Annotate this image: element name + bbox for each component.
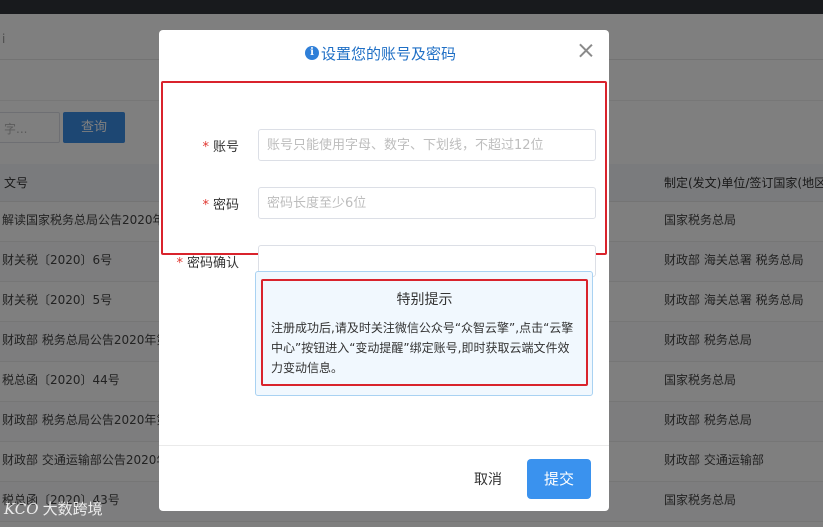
dialog-header: i 设置您的账号及密码	[159, 30, 609, 78]
close-icon[interactable]	[576, 41, 596, 61]
confirm-password-label: * 密码确认	[176, 256, 239, 271]
notice-text: 注册成功后,请及时关注微信公众号“众智云擎”,点击“云擎中心”按钮进入“变动提醒…	[271, 321, 574, 375]
required-asterisk: *	[202, 140, 209, 155]
credentials-form: *账号 *密码 *密码确认	[161, 81, 607, 277]
watermark-logo: KCO	[4, 500, 39, 518]
notice-title: 特别提示	[396, 292, 453, 308]
password-label: * 密码	[202, 198, 239, 213]
special-notice-panel: 特别提示 注册成功后,请及时关注微信公众号“众智云擎”,点击“云擎中心”按钮进入…	[255, 271, 593, 396]
special-notice-box: 特别提示 注册成功后,请及时关注微信公众号“众智云擎”,点击“云擎中心”按钮进入…	[261, 279, 588, 386]
footer-divider	[159, 445, 609, 446]
account-setup-dialog: i 设置您的账号及密码 *账号 *密码 *密码确认 特别提示 注册成功后,请及时…	[159, 30, 609, 511]
account-input[interactable]	[258, 129, 596, 161]
dialog-title: 设置您的账号及密码	[321, 45, 457, 63]
required-asterisk: *	[202, 198, 209, 213]
account-label: * 账号	[202, 140, 239, 155]
watermark-text: 大数跨境	[42, 500, 103, 518]
submit-button[interactable]: 提交	[527, 459, 591, 499]
password-input[interactable]	[258, 187, 596, 219]
watermark: KCO 大数跨境	[4, 498, 103, 519]
required-asterisk: *	[176, 256, 183, 271]
cancel-button[interactable]: 取消	[459, 461, 517, 499]
info-icon: i	[305, 46, 319, 60]
